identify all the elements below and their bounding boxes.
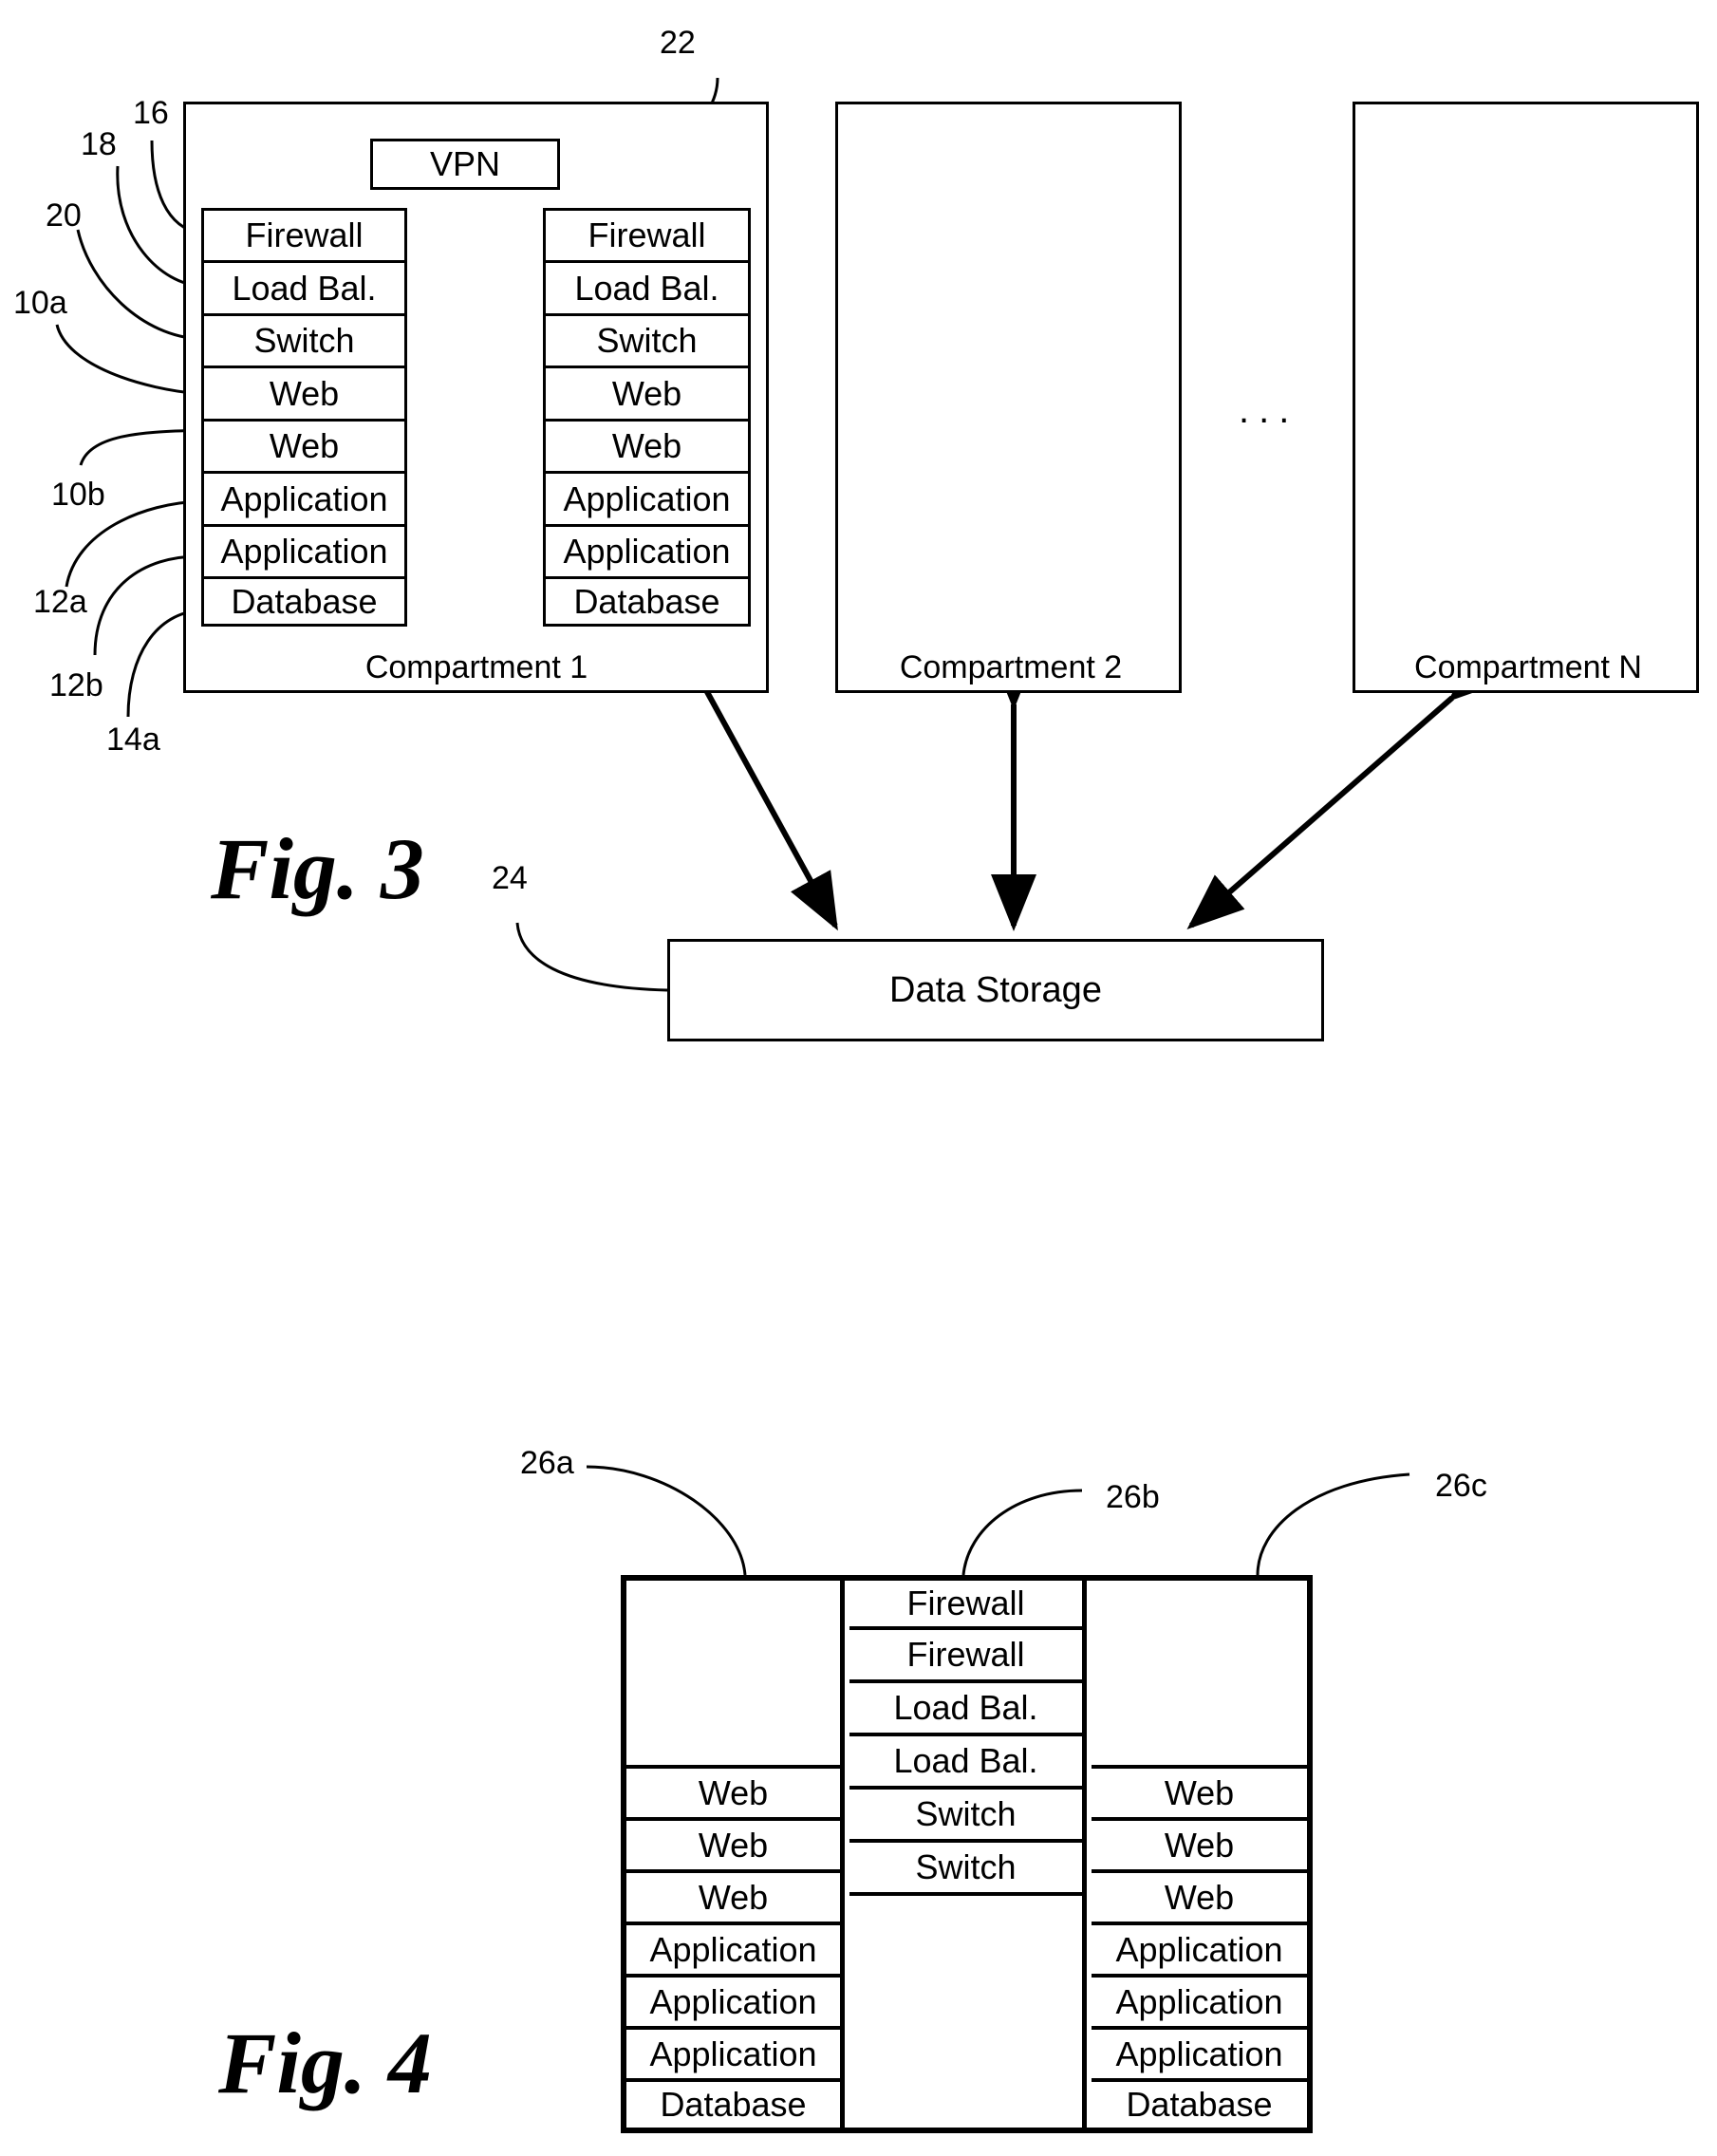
ref-16: 16 (133, 95, 169, 131)
col-c-web-3: Web (1092, 1873, 1307, 1925)
ref-12b: 12b (49, 667, 103, 703)
ref-26c: 26c (1435, 1468, 1487, 1504)
col-a-web-1: Web (626, 1765, 840, 1821)
compartment-2 (835, 102, 1182, 693)
left-application-1: Application (201, 471, 407, 527)
ref-26a: 26a (520, 1445, 574, 1481)
left-web-2: Web (201, 419, 407, 474)
right-web-1: Web (543, 366, 751, 422)
col-b-firewall-1: Firewall (849, 1581, 1082, 1630)
left-application-2: Application (201, 524, 407, 579)
column-26c: Web Web Web Application Application Appl… (1092, 1581, 1307, 2128)
column-26a: Web Web Web Application Application Appl… (626, 1581, 845, 2128)
col-c-database: Database (1092, 2082, 1307, 2128)
ref-10a: 10a (13, 285, 67, 321)
leader-24 (515, 922, 668, 992)
left-load-balancer: Load Bal. (201, 260, 407, 316)
col-c-web-2: Web (1092, 1821, 1307, 1873)
right-load-balancer: Load Bal. (543, 260, 751, 316)
data-storage-label: Data Storage (889, 969, 1102, 1010)
left-database: Database (201, 576, 407, 627)
col-c-application-1: Application (1092, 1925, 1307, 1978)
col-b-load-balancer-2: Load Bal. (849, 1736, 1082, 1790)
ellipsis: ... (1239, 389, 1299, 431)
right-application-1: Application (543, 471, 751, 527)
vpn-label: VPN (429, 144, 501, 183)
column-26b: Firewall Firewall Load Bal. Load Bal. Sw… (849, 1581, 1087, 2128)
leader-26a (586, 1465, 747, 1576)
right-database: Database (543, 576, 751, 627)
col-b-load-balancer-1: Load Bal. (849, 1683, 1082, 1736)
col-a-application-1: Application (626, 1925, 840, 1978)
leader-26c (1256, 1472, 1410, 1576)
compartment-1-caption: Compartment 1 (364, 649, 588, 685)
right-application-2: Application (543, 524, 751, 579)
col-c-application-2: Application (1092, 1978, 1307, 2030)
left-web-1: Web (201, 366, 407, 422)
arrow-compN-storage (1186, 647, 1506, 929)
right-web-2: Web (543, 419, 751, 474)
compartment-n (1353, 102, 1699, 693)
ref-18: 18 (81, 126, 117, 162)
col-a-application-2: Application (626, 1978, 840, 2030)
figure-3-label: Fig. 3 (211, 820, 424, 917)
compartment-n-caption: Compartment N (1414, 649, 1642, 685)
ref-22: 22 (660, 25, 696, 61)
col-b-switch-2: Switch (849, 1843, 1082, 1896)
ref-10b: 10b (51, 477, 105, 513)
col-a-application-3: Application (626, 2030, 840, 2082)
leader-26b (961, 1489, 1083, 1576)
ref-20: 20 (46, 197, 82, 234)
col-c-application-3: Application (1092, 2030, 1307, 2082)
ref-12a: 12a (33, 584, 87, 620)
col-c-web-1: Web (1092, 1765, 1307, 1821)
left-switch: Switch (201, 313, 407, 368)
col-b-switch-1: Switch (849, 1790, 1082, 1843)
figure-4-label: Fig. 4 (218, 2015, 432, 2111)
vpn-box: VPN (370, 139, 560, 190)
ref-24: 24 (492, 860, 528, 896)
col-a-web-2: Web (626, 1821, 840, 1873)
right-firewall: Firewall (543, 208, 751, 263)
data-storage-box: Data Storage (667, 939, 1324, 1041)
right-switch: Switch (543, 313, 751, 368)
col-a-web-3: Web (626, 1873, 840, 1925)
left-firewall: Firewall (201, 208, 407, 263)
col-a-database: Database (626, 2082, 840, 2128)
ref-26b: 26b (1106, 1479, 1160, 1515)
ref-14a: 14a (106, 722, 160, 758)
compartment-2-caption: Compartment 2 (899, 649, 1123, 685)
col-b-firewall-2: Firewall (849, 1630, 1082, 1683)
